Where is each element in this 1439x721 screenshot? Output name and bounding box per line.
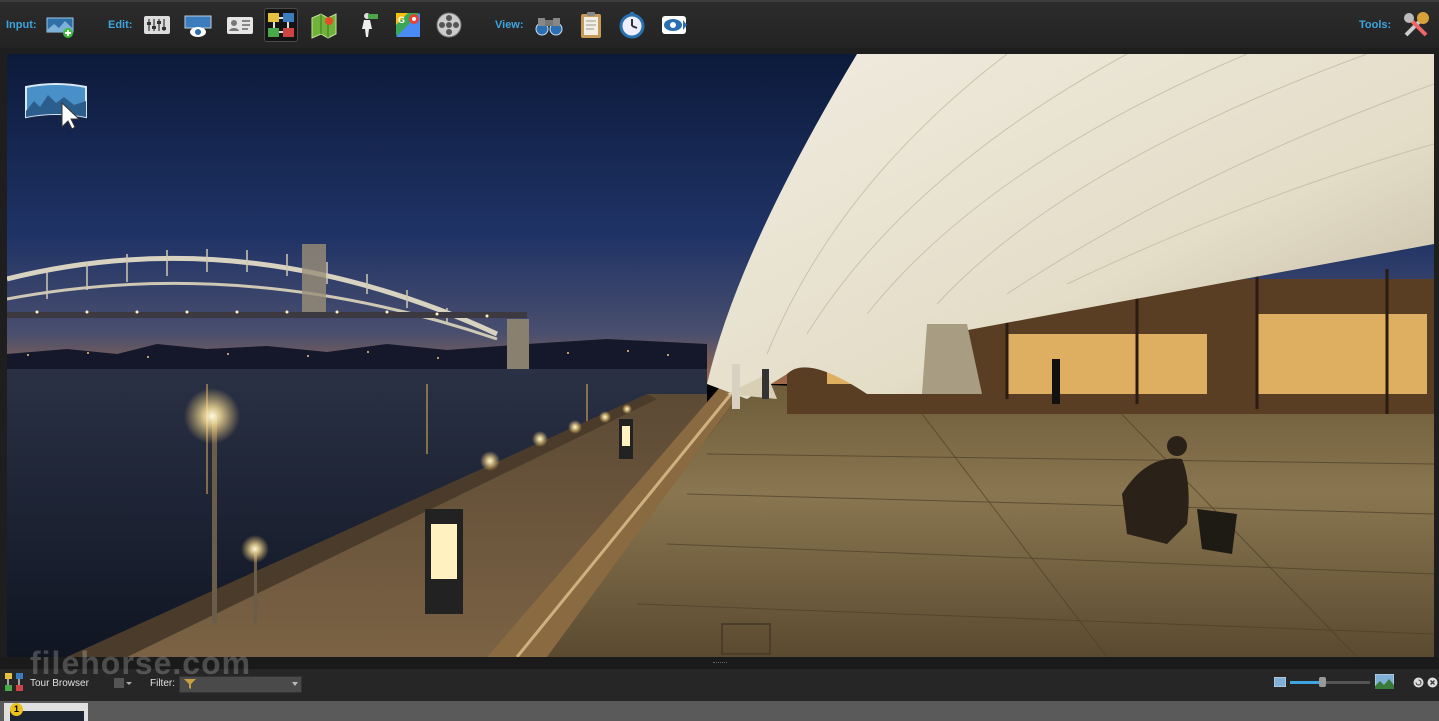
panorama-thumbnail[interactable]: 1 (4, 703, 88, 721)
large-thumbnail-icon[interactable] (1375, 674, 1394, 689)
thumbnail-badge: 1 (10, 703, 23, 716)
tools-icon (1404, 12, 1429, 37)
tools-label: Tools: (1359, 19, 1392, 31)
add-panorama-icon (46, 17, 74, 38)
timer-button[interactable] (615, 8, 649, 42)
panorama-viewer[interactable] (7, 54, 1434, 657)
refresh-icon[interactable] (1413, 677, 1424, 688)
floorplan-button[interactable] (307, 8, 341, 42)
panorama-view-icon[interactable] (24, 81, 88, 129)
user-data-icon (227, 17, 253, 34)
hotspot-button[interactable] (350, 8, 384, 42)
edit-label: Edit: (108, 19, 133, 31)
main-toolbar: Input: Edit: G View: Tools: (0, 0, 1439, 48)
viewing-parameters-icon (184, 15, 212, 37)
tour-browser-panel: 1 (0, 701, 1439, 721)
tour-browser-icon (5, 673, 23, 691)
small-thumbnail-icon[interactable] (1274, 677, 1286, 687)
slider-knob[interactable] (1319, 677, 1326, 687)
chevron-down-icon (292, 682, 298, 686)
view-label: View: (495, 19, 524, 31)
user-data-button[interactable] (223, 8, 257, 42)
binoculars-button[interactable] (532, 8, 566, 42)
panorama-image (7, 54, 1434, 657)
hotspot-icon (362, 13, 378, 37)
thumbnail-size-slider[interactable] (1290, 677, 1370, 687)
svg-text:G: G (398, 15, 405, 25)
google-maps-button[interactable]: G (391, 8, 425, 42)
tools-button[interactable] (1399, 8, 1433, 42)
add-panorama-button[interactable] (43, 8, 77, 42)
preview-icon (662, 16, 687, 34)
binoculars-icon (535, 18, 563, 36)
google-maps-icon: G (396, 13, 420, 37)
properties-icon (144, 16, 170, 34)
preview-button[interactable] (657, 8, 691, 42)
timer-icon (619, 12, 645, 39)
close-icon[interactable] (1427, 677, 1438, 688)
tour-map-icon (268, 13, 294, 37)
slider-fill (1290, 681, 1322, 684)
splitter-grip-icon[interactable] (713, 662, 727, 665)
clipboard-icon (581, 12, 601, 38)
properties-button[interactable] (140, 8, 174, 42)
viewing-parameters-button[interactable] (181, 8, 215, 42)
input-label: Input: (6, 19, 37, 31)
clipboard-button[interactable] (574, 8, 608, 42)
skin-icon (436, 12, 462, 38)
floorplan-icon (311, 13, 337, 39)
skin-button[interactable] (432, 8, 466, 42)
tour-map-button[interactable] (264, 8, 298, 42)
filehorse-watermark: filehorse.com (30, 645, 252, 681)
